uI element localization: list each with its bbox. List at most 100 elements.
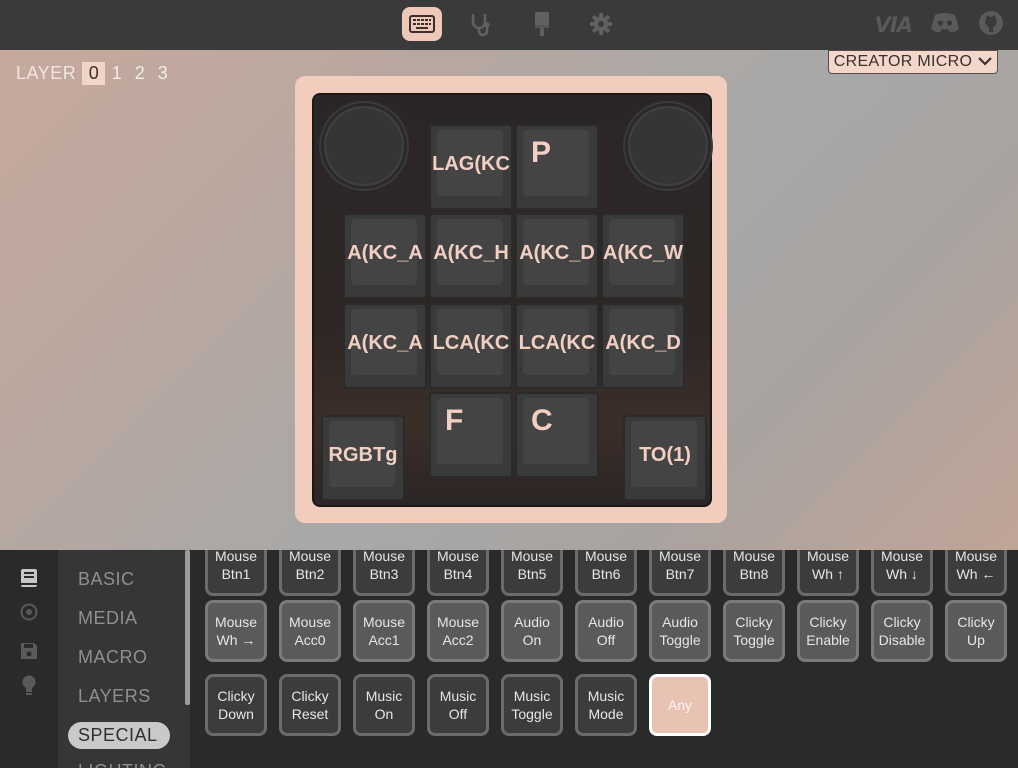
keycode-label: Music: [513, 688, 551, 704]
keycode-label: Clicky: [957, 614, 995, 630]
keycode-label: Clicky: [217, 688, 255, 704]
design-tab[interactable]: [522, 7, 562, 41]
key-label: A(KC_W: [603, 241, 683, 264]
keycode-button[interactable]: Clicky Up: [945, 600, 1007, 662]
keycode-label: On: [374, 706, 394, 722]
settings-tab[interactable]: [581, 7, 621, 41]
key-r0c1[interactable]: LAG(KC: [429, 124, 513, 210]
key-r1c3[interactable]: A(KC_W: [601, 213, 685, 299]
book-icon[interactable]: [19, 568, 39, 588]
keycode-label: Off: [448, 706, 468, 722]
keycode-button[interactable]: Audio Toggle: [649, 600, 711, 662]
test-tab[interactable]: [460, 7, 500, 41]
category-basic[interactable]: BASIC: [68, 566, 170, 593]
keycode-label: Disable: [878, 632, 926, 648]
layer-2-button[interactable]: 2: [128, 62, 151, 85]
key-r2c0[interactable]: A(KC_A: [343, 303, 427, 389]
keycode-label: Toggle: [511, 706, 553, 722]
keycode-button[interactable]: Clicky Disable: [871, 600, 933, 662]
keyboard-stage: LAYER 0 1 2 3 CREATOR MICRO LAG(KC P A(K…: [0, 50, 1018, 550]
keycode-label: Music: [439, 688, 477, 704]
keycode-button[interactable]: Mouse Wh ↑: [797, 550, 859, 596]
keycode-label: Btn7: [665, 566, 695, 582]
keycode-panel: BASIC MEDIA MACRO LAYERS SPECIAL LIGHTIN…: [0, 550, 1018, 768]
key-label: F: [445, 404, 464, 437]
keycode-button[interactable]: Clicky Enable: [797, 600, 859, 662]
keycode-label: Mouse: [954, 550, 998, 564]
layer-3-button[interactable]: 3: [151, 62, 174, 85]
category-media[interactable]: MEDIA: [68, 605, 170, 632]
key-r0c2[interactable]: P: [515, 124, 599, 210]
keycode-button[interactable]: Mouse Wh ←: [945, 550, 1007, 596]
keycode-label: Audio: [662, 614, 698, 630]
keycode-button[interactable]: Mouse Btn5: [501, 550, 563, 596]
keyboard-case: LAG(KC P A(KC_A A(KC_H A(KC_D A(KC_W A(K…: [295, 76, 727, 523]
keycode-button[interactable]: Mouse Acc0: [279, 600, 341, 662]
key-r1c2[interactable]: A(KC_D: [515, 213, 599, 299]
panel-sidebar: [0, 550, 58, 768]
gear-icon: [589, 12, 613, 36]
category-lighting[interactable]: LIGHTING: [68, 758, 170, 768]
keycode-button[interactable]: Mouse Wh →: [205, 600, 267, 662]
keycode-button[interactable]: Mouse Acc2: [427, 600, 489, 662]
keycode-label: Mouse: [510, 550, 554, 564]
key-r1c0[interactable]: A(KC_A: [343, 213, 427, 299]
record-icon[interactable]: [19, 602, 39, 622]
right-encoder-knob[interactable]: [628, 106, 708, 186]
keycode-button[interactable]: Audio Off: [575, 600, 637, 662]
key-r1c1[interactable]: A(KC_H: [429, 213, 513, 299]
key-r2c2[interactable]: LCA(KC: [515, 303, 599, 389]
keycode-button[interactable]: Mouse Acc1: [353, 600, 415, 662]
category-special[interactable]: SPECIAL: [68, 722, 170, 749]
key-r2c3[interactable]: A(KC_D: [601, 303, 685, 389]
keycode-button[interactable]: Mouse Btn8: [723, 550, 785, 596]
keycode-button[interactable]: Mouse Btn4: [427, 550, 489, 596]
via-logo[interactable]: VIA: [875, 13, 913, 37]
keycode-label: Btn3: [369, 566, 399, 582]
keycode-button[interactable]: Mouse Btn3: [353, 550, 415, 596]
keycode-button[interactable]: Mouse Btn2: [279, 550, 341, 596]
keycode-label: Up: [967, 632, 985, 648]
discord-icon[interactable]: [930, 12, 960, 38]
keycode-button[interactable]: Clicky Down: [205, 674, 267, 736]
keycode-button[interactable]: Any: [649, 674, 711, 736]
keycode-button[interactable]: Music Mode: [575, 674, 637, 736]
categories-scrollbar[interactable]: [185, 550, 190, 705]
key-r3c3[interactable]: TO(1): [623, 415, 707, 501]
keycode-label: Clicky: [735, 614, 773, 630]
keycode-label: Mouse: [658, 550, 702, 564]
device-selector[interactable]: CREATOR MICRO: [828, 50, 998, 74]
layer-0-button[interactable]: 0: [82, 62, 106, 85]
keycode-button[interactable]: Clicky Reset: [279, 674, 341, 736]
github-icon[interactable]: [978, 10, 1004, 40]
key-r3c0[interactable]: RGBTg: [321, 415, 405, 501]
category-macro[interactable]: MACRO: [68, 644, 170, 671]
keycode-label: Mouse: [288, 550, 332, 564]
keycode-label: Mouse: [436, 550, 480, 564]
configure-tab[interactable]: [402, 7, 442, 41]
layer-1-button[interactable]: 1: [105, 62, 128, 85]
keycode-label: Mode: [588, 706, 624, 722]
keycode-button[interactable]: Music Off: [427, 674, 489, 736]
keycode-button[interactable]: Audio On: [501, 600, 563, 662]
keycode-label: Reset: [291, 706, 329, 722]
keycode-button[interactable]: Music Toggle: [501, 674, 563, 736]
keycode-button[interactable]: Clicky Toggle: [723, 600, 785, 662]
keycode-label: Audio: [514, 614, 550, 630]
keycode-button[interactable]: Mouse Btn7: [649, 550, 711, 596]
keycode-button[interactable]: Mouse Btn6: [575, 550, 637, 596]
keycode-label: Mouse: [288, 614, 332, 630]
keycode-label: Toggle: [659, 632, 701, 648]
lightbulb-icon[interactable]: [19, 675, 39, 695]
keycode-button[interactable]: Mouse Btn1: [205, 550, 267, 596]
keycode-label: Mouse: [732, 550, 776, 564]
keycode-button[interactable]: Mouse Wh ↓: [871, 550, 933, 596]
key-r3c1[interactable]: F: [429, 392, 513, 478]
left-encoder-knob[interactable]: [324, 106, 404, 186]
category-layers[interactable]: LAYERS: [68, 683, 170, 710]
key-r3c2[interactable]: C: [515, 392, 599, 478]
keycode-label: Acc1: [368, 632, 400, 648]
save-icon[interactable]: [19, 641, 39, 661]
key-r2c1[interactable]: LCA(KC: [429, 303, 513, 389]
keycode-button[interactable]: Music On: [353, 674, 415, 736]
